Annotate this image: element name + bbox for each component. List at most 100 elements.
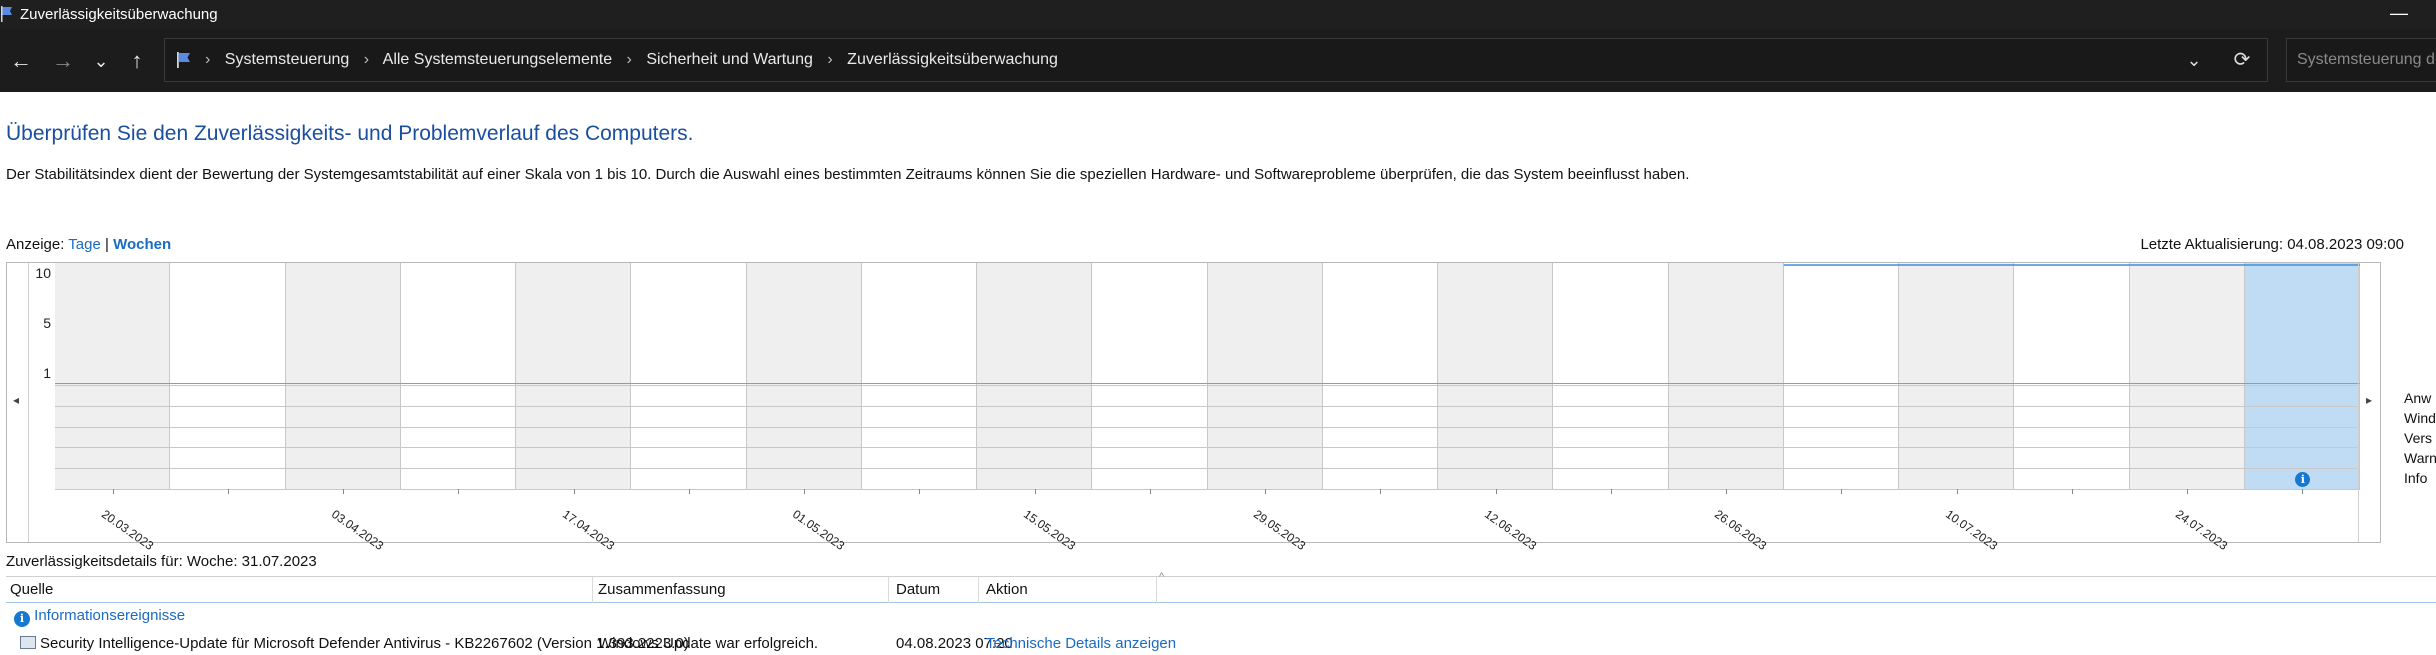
event-legend: Anw Wind Vers Warn Info [2404, 388, 2436, 488]
x-axis: 20.03.2023 03.04.2023 17.04.2023 01.05.2023… [55, 489, 2360, 553]
search-input[interactable]: Systemsteuerung durchsuchen [2286, 38, 2436, 82]
x-tick-label: 24.07.2023 [2173, 507, 2231, 553]
sort-caret-icon: ^ [1159, 571, 1165, 583]
x-tick-label: 01.05.2023 [790, 507, 848, 553]
x-tick [573, 489, 575, 494]
column-divider[interactable] [978, 577, 979, 603]
view-label: Anzeige: [6, 236, 65, 253]
x-tick [1495, 489, 1497, 494]
y-tick-label: 10 [35, 265, 51, 281]
x-tick-label: 12.06.2023 [1481, 507, 1539, 553]
details-title: Zuverlässigkeitsdetails für: Woche: 31.0… [6, 553, 317, 570]
column-header-summary[interactable]: Zusammenfassung [598, 581, 726, 598]
chevron-left-icon: ◂ [13, 393, 20, 407]
forward-button[interactable]: → [46, 46, 80, 76]
column-divider[interactable] [888, 577, 889, 603]
column-divider[interactable] [592, 577, 593, 603]
summary-cell: Windows Update war erfolgreich. [598, 635, 819, 652]
page-title: Überprüfen Sie den Zuverlässigkeits- und… [6, 122, 694, 145]
x-tick-label: 15.05.2023 [1020, 507, 1078, 553]
refresh-icon[interactable]: ⟳ [2229, 47, 2255, 73]
up-button[interactable]: ↑ [120, 46, 154, 76]
column-header-action[interactable]: Aktion [986, 581, 1028, 598]
breadcrumb-separator: › [205, 51, 211, 68]
legend-item: Wind [2404, 410, 2436, 426]
x-tick [112, 489, 114, 494]
breadcrumb-item-security-maintenance[interactable]: Sicherheit und Wartung [646, 51, 813, 68]
details-table: ^ Quelle Zusammenfassung Datum Aktion i … [6, 571, 2436, 655]
flag-icon [177, 52, 190, 68]
scroll-left-button[interactable]: ◂ [7, 263, 29, 542]
legend-item: Vers [2404, 430, 2433, 446]
flag-icon [1, 6, 12, 22]
view-days-link[interactable]: Tage [68, 236, 101, 253]
info-icon: i [14, 611, 30, 627]
page-description: Der Stabilitätsindex dient der Bewertung… [6, 166, 1690, 183]
reliability-chart: ◂ 10 5 1 i 20.03.2023 03.04.2023 17.04.202… [6, 262, 2381, 553]
back-button[interactable]: ← [4, 46, 38, 76]
x-tick [1034, 489, 1036, 494]
view-separator: | [104, 236, 109, 253]
x-tick [1841, 489, 1843, 494]
legend-item: Anw [2404, 390, 2432, 406]
column-divider[interactable] [1156, 577, 1157, 603]
info-event-icon[interactable]: i [2295, 471, 2311, 487]
address-bar[interactable]: › Systemsteuerung › Alle Systemsteuerung… [164, 38, 2268, 82]
group-information-events[interactable]: i Informationsereignisse [14, 607, 185, 627]
breadcrumb-separator: › [827, 51, 833, 68]
view-weeks-link[interactable]: Wochen [113, 236, 171, 253]
x-tick [688, 489, 690, 494]
breadcrumb: › Systemsteuerung › Alle Systemsteuerung… [205, 51, 1068, 69]
x-tick [1610, 489, 1612, 494]
source-cell: Security Intelligence-Update für Microso… [20, 635, 689, 652]
breadcrumb-separator: › [626, 51, 632, 68]
x-tick [1726, 489, 1728, 494]
scroll-right-button[interactable]: ▸ [2358, 263, 2380, 542]
x-tick [804, 489, 806, 494]
x-tick [1380, 489, 1382, 494]
x-tick [1149, 489, 1151, 494]
column-header-date[interactable]: Datum [896, 581, 940, 598]
group-label: Informationsereignisse [34, 607, 186, 624]
technical-details-link[interactable]: Technische Details anzeigen [986, 635, 1176, 652]
event-row-line [55, 447, 2360, 449]
column-header-source[interactable]: Quelle [10, 581, 53, 598]
chevron-down-icon[interactable]: ⌄ [2181, 47, 2207, 73]
window-title: Zuverlässigkeitsüberwachung [20, 6, 218, 23]
x-tick [458, 489, 460, 494]
breadcrumb-item-systemsteuerung[interactable]: Systemsteuerung [225, 51, 350, 68]
x-tick [227, 489, 229, 494]
y-tick-label: 1 [43, 365, 51, 381]
y-tick-label: 5 [43, 315, 51, 331]
x-tick [343, 489, 345, 494]
legend-item: Info [2404, 470, 2428, 486]
x-tick [1265, 489, 1267, 494]
update-icon [20, 636, 36, 649]
x-tick-label: 10.07.2023 [1942, 507, 2000, 553]
x-tick [919, 489, 921, 494]
chart-grid[interactable]: i [55, 263, 2360, 490]
event-row-line [55, 468, 2360, 470]
breadcrumb-item-all-control-panel-items[interactable]: Alle Systemsteuerungselemente [383, 51, 612, 68]
x-tick-label: 20.03.2023 [98, 507, 156, 553]
x-tick [2071, 489, 2073, 494]
y-axis: 10 5 1 [29, 263, 55, 383]
x-tick [2302, 489, 2304, 494]
table-header: ^ Quelle Zusammenfassung Datum Aktion [6, 571, 2436, 603]
legend-item: Warn [2404, 450, 2436, 466]
x-tick-label: 29.05.2023 [1251, 507, 1309, 553]
stability-index-line [1783, 264, 2360, 266]
event-row-line [55, 426, 2360, 428]
breadcrumb-separator: › [363, 51, 370, 68]
minimize-button[interactable]: — [2376, 0, 2422, 30]
x-tick [2187, 489, 2189, 494]
x-tick-label: 26.06.2023 [1712, 507, 1770, 553]
chart-divider [55, 383, 2360, 384]
last-update-text: Letzte Aktualisierung: 04.08.2023 09:00 [2140, 236, 2404, 253]
view-switcher: Anzeige: Tage | Wochen [6, 236, 171, 253]
breadcrumb-item-reliability-monitor[interactable]: Zuverlässigkeitsüberwachung [847, 51, 1058, 68]
event-row-line [55, 385, 2360, 386]
table-row[interactable]: Security Intelligence-Update für Microso… [6, 631, 2436, 655]
source-text: Security Intelligence-Update für Microso… [40, 635, 689, 652]
recent-locations-button[interactable]: ⌄ [84, 46, 118, 76]
